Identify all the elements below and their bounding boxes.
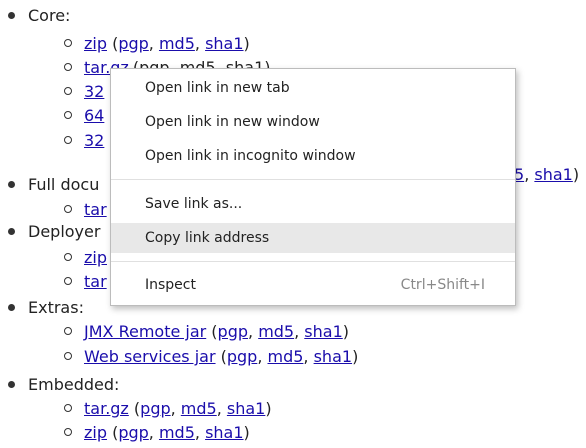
list-item: Web services jar (pgp, md5, sha1) [64, 347, 358, 367]
core-zip-link[interactable]: zip [84, 34, 107, 53]
embedded-targz-md5-link[interactable]: md5 [181, 399, 217, 418]
embedded-targz-pgp-link[interactable]: pgp [140, 399, 170, 418]
menu-separator [111, 179, 515, 180]
list-item: tar [64, 272, 107, 292]
circle-bullet [64, 136, 72, 144]
menu-separator [111, 261, 515, 262]
embedded-zip-pgp-link[interactable]: pgp [118, 423, 148, 442]
context-menu: Open link in new tab Open link in new wi… [110, 68, 516, 306]
embedded-zip-sha1-link[interactable]: sha1 [205, 423, 243, 442]
extras-ws-link[interactable]: Web services jar [84, 347, 216, 366]
bullet [8, 304, 15, 311]
circle-bullet [64, 327, 72, 335]
extras-jmx-sha1-link[interactable]: sha1 [304, 322, 342, 341]
list-item: 32 [64, 131, 104, 151]
core-64-link[interactable]: 64 [84, 106, 104, 125]
menu-item-copy-link-address[interactable]: Copy link address [111, 223, 515, 253]
full-doc-tar-link[interactable]: tar [84, 200, 107, 219]
core-zip-sha1-link[interactable]: sha1 [205, 34, 243, 53]
circle-bullet [64, 111, 72, 119]
core-32b-link[interactable]: 32 [84, 131, 104, 150]
category-embedded-label: Embedded: [28, 375, 120, 394]
extras-jmx-md5-link[interactable]: md5 [258, 322, 294, 341]
menu-item-open-new-tab[interactable]: Open link in new tab [111, 73, 515, 103]
list-item: JMX Remote jar (pgp, md5, sha1) [64, 322, 349, 342]
circle-bullet [64, 404, 72, 412]
menu-item-inspect[interactable]: Inspect Ctrl+Shift+I [111, 270, 515, 300]
core-row5-tail: 5, sha1) [514, 165, 580, 184]
menu-item-open-new-window[interactable]: Open link in new window [111, 107, 515, 137]
circle-bullet [64, 63, 72, 71]
circle-bullet [64, 205, 72, 213]
bullet [8, 181, 15, 188]
category-deployer-label: Deployer [28, 222, 101, 241]
core-32-link[interactable]: 32 [84, 82, 104, 101]
list-item: 64 [64, 106, 104, 126]
list-item: zip (pgp, md5, sha1) [64, 34, 250, 54]
extras-ws-sha1-link[interactable]: sha1 [314, 347, 352, 366]
list-item: tar.gz (pgp, md5, sha1) [64, 399, 272, 419]
extras-jmx-link[interactable]: JMX Remote jar [84, 322, 206, 341]
circle-bullet [64, 428, 72, 436]
menu-item-save-link-as[interactable]: Save link as... [111, 189, 515, 219]
inspect-label: Inspect [145, 277, 196, 293]
category-core-label: Core: [28, 6, 71, 25]
circle-bullet [64, 253, 72, 261]
bullet [8, 381, 15, 388]
list-item: zip [64, 248, 107, 268]
extras-jmx-pgp-link[interactable]: pgp [218, 322, 248, 341]
list-item: 32 [64, 82, 104, 102]
embedded-targz-sha1-link[interactable]: sha1 [227, 399, 265, 418]
extras-ws-md5-link[interactable]: md5 [268, 347, 304, 366]
core-zip-md5-link[interactable]: md5 [159, 34, 195, 53]
embedded-zip-link[interactable]: zip [84, 423, 107, 442]
embedded-zip-md5-link[interactable]: md5 [159, 423, 195, 442]
embedded-targz-link[interactable]: tar.gz [84, 399, 129, 418]
circle-bullet [64, 39, 72, 47]
deployer-tar-link[interactable]: tar [84, 272, 107, 291]
extras-ws-pgp-link[interactable]: pgp [227, 347, 257, 366]
bullet [8, 12, 15, 19]
circle-bullet [64, 87, 72, 95]
circle-bullet [64, 277, 72, 285]
inspect-shortcut: Ctrl+Shift+I [400, 277, 485, 293]
list-item: zip (pgp, md5, sha1) [64, 423, 250, 443]
category-extras-label: Extras: [28, 298, 84, 317]
circle-bullet [64, 352, 72, 360]
list-item: tar [64, 200, 107, 220]
bullet [8, 228, 15, 235]
menu-item-open-incognito[interactable]: Open link in incognito window [111, 141, 515, 171]
category-full-doc-label: Full docu [28, 175, 100, 194]
deployer-zip-link[interactable]: zip [84, 248, 107, 267]
core-zip-pgp-link[interactable]: pgp [118, 34, 148, 53]
core-32b-sha1-link[interactable]: sha1 [534, 165, 572, 184]
